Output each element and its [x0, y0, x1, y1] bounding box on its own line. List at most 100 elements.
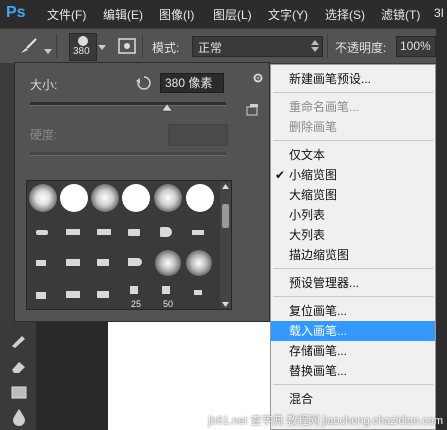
context-menu-item[interactable]: 小缩览图 ✔	[271, 165, 435, 185]
context-menu-item[interactable]: 小列表	[271, 205, 435, 225]
menu-type[interactable]: 文字(Y)	[268, 6, 308, 23]
opacity-field[interactable]: 100%	[396, 36, 436, 57]
opacity-label: 不透明度:	[335, 41, 387, 55]
workspace-edge	[436, 28, 447, 430]
tip-brush-thumb[interactable]	[192, 230, 204, 235]
soft-round-brush-thumb[interactable]	[154, 184, 182, 212]
checkmark-icon: ✔	[275, 168, 286, 182]
menu-separator	[273, 268, 433, 269]
tip-brush-thumb[interactable]	[128, 258, 142, 266]
context-menu-item[interactable]: 复位画笔...	[271, 301, 435, 321]
tip-brush-thumb[interactable]	[36, 260, 46, 266]
brush-size-number: 25	[131, 299, 142, 309]
context-menu-item-label: 新建画笔预设...	[289, 72, 372, 86]
tip-brush-thumb[interactable]	[36, 292, 46, 299]
size-slider[interactable]	[30, 102, 226, 106]
tip-brush-thumb[interactable]	[130, 286, 138, 294]
context-menu-item-label: 存储画笔...	[289, 344, 348, 358]
brush-grid-scrollbar[interactable]	[220, 182, 231, 308]
brush-size-readout: 380	[73, 46, 90, 57]
context-menu-item-label: 小缩览图	[289, 168, 338, 182]
menu-bar: Ps 文件(F) 编辑(E) 图像(I) 图层(L) 文字(Y) 选择(S) 滤…	[0, 0, 447, 28]
hard-round-brush-thumb[interactable]	[186, 184, 214, 212]
context-menu-item-label: 描边缩览图	[289, 248, 350, 262]
context-menu-item-label: 仅文本	[289, 148, 326, 162]
context-menu-item[interactable]: 替换画笔...	[271, 361, 435, 381]
tools-panel	[0, 322, 36, 430]
menu-edit[interactable]: 编辑(E)	[103, 6, 143, 23]
mode-label: 模式:	[152, 41, 180, 55]
mode-dropdown[interactable]: 正常	[192, 36, 323, 57]
scrollbar-thumb[interactable]	[222, 204, 229, 228]
tip-brush-thumb[interactable]	[194, 290, 202, 295]
context-menu-item[interactable]: 新建画笔预设...	[271, 69, 435, 89]
hard-round-brush-thumb[interactable]	[122, 184, 150, 212]
scroll-down-icon[interactable]	[222, 302, 229, 307]
brush-tool-icon[interactable]	[18, 37, 40, 55]
context-menu-item-label: 复位画笔...	[289, 304, 348, 318]
context-menu-item-label: 预设管理器...	[289, 276, 360, 290]
new-preset-icon[interactable]	[246, 104, 260, 116]
tip-brush-thumb[interactable]	[162, 286, 170, 294]
size-slider-thumb[interactable]	[162, 104, 173, 112]
divider	[56, 34, 57, 58]
menu-filter[interactable]: 滤镜(T)	[381, 6, 420, 23]
tip-brush-thumb[interactable]	[97, 291, 109, 298]
tip-brush-thumb[interactable]	[66, 291, 80, 298]
chevron-down-icon[interactable]	[98, 45, 106, 51]
menu-image[interactable]: 图像(I)	[159, 6, 194, 23]
tip-brush-thumb[interactable]	[66, 259, 80, 266]
gradient-icon[interactable]	[10, 384, 28, 400]
tip-brush-thumb[interactable]	[160, 227, 172, 237]
menu-select[interactable]: 选择(S)	[325, 6, 365, 23]
context-menu-item[interactable]: 混合	[271, 389, 435, 409]
chevron-down-icon[interactable]	[44, 49, 52, 55]
divider	[142, 34, 143, 58]
tip-brush-thumb[interactable]	[36, 230, 48, 235]
context-menu-item[interactable]: 存储画笔...	[271, 341, 435, 361]
context-menu-item-label: 重命名画笔...	[289, 100, 360, 114]
divider	[327, 34, 328, 58]
hard-round-brush-thumb[interactable]	[60, 184, 88, 212]
context-menu-item[interactable]: 大缩览图	[271, 185, 435, 205]
context-menu-item[interactable]: 大列表	[271, 225, 435, 245]
context-menu-item[interactable]: 重命名画笔...	[271, 97, 435, 117]
hardness-slider[interactable]	[30, 152, 226, 156]
brush-panel-toggle-icon[interactable]	[118, 37, 136, 55]
context-menu-item-label: 混合	[289, 392, 314, 406]
size-label: 大小:	[30, 78, 58, 92]
options-bar: 380 模式: 正常 不透明度: 100%	[0, 28, 447, 63]
reset-size-icon[interactable]	[136, 75, 152, 91]
soft-round-brush-thumb[interactable]	[186, 250, 212, 276]
soft-round-brush-thumb[interactable]	[29, 184, 57, 212]
menu-layer[interactable]: 图层(L)	[213, 6, 252, 23]
brush-preset-picker[interactable]: 380	[69, 33, 97, 61]
context-menu-item[interactable]: 删除画笔	[271, 117, 435, 137]
scroll-up-icon[interactable]	[222, 184, 229, 189]
soft-round-brush-thumb[interactable]	[91, 184, 119, 212]
context-menu-item[interactable]: 仅文本	[271, 145, 435, 165]
context-menu-item[interactable]: 描边缩览图	[271, 245, 435, 265]
blur-drop-icon[interactable]	[11, 408, 27, 426]
menu-file[interactable]: 文件(F)	[47, 6, 86, 23]
soft-round-brush-thumb[interactable]	[155, 250, 181, 276]
context-menu-item[interactable]: 载入画笔...	[271, 321, 435, 341]
context-menu-item-label: 小列表	[289, 208, 326, 222]
eraser-icon[interactable]	[10, 358, 28, 374]
gear-icon[interactable]	[252, 72, 264, 84]
history-brush-icon[interactable]	[10, 332, 28, 348]
menu-separator	[273, 140, 433, 141]
canvas-background	[36, 322, 108, 430]
tip-brush-thumb[interactable]	[66, 229, 80, 235]
mode-value: 正常	[198, 41, 223, 55]
tip-brush-thumb[interactable]	[128, 229, 140, 236]
context-menu-item[interactable]: 预设管理器...	[271, 273, 435, 293]
watermark: jb51.net 查字典 教程网 jiaocheng.chazidian.com	[208, 415, 443, 427]
menu-3d[interactable]: 3I	[434, 6, 444, 20]
photoshop-logo: Ps	[6, 4, 26, 21]
tip-brush-thumb[interactable]	[97, 229, 111, 235]
size-input[interactable]: 380 像素	[160, 73, 224, 93]
hardness-input[interactable]	[168, 124, 228, 146]
tip-brush-thumb[interactable]	[97, 259, 109, 266]
brush-options-context-menu: 新建画笔预设... 重命名画笔... 删除画笔 仅文本 小缩览图 ✔ 大缩览图 小列表 大列表描…	[270, 64, 436, 430]
